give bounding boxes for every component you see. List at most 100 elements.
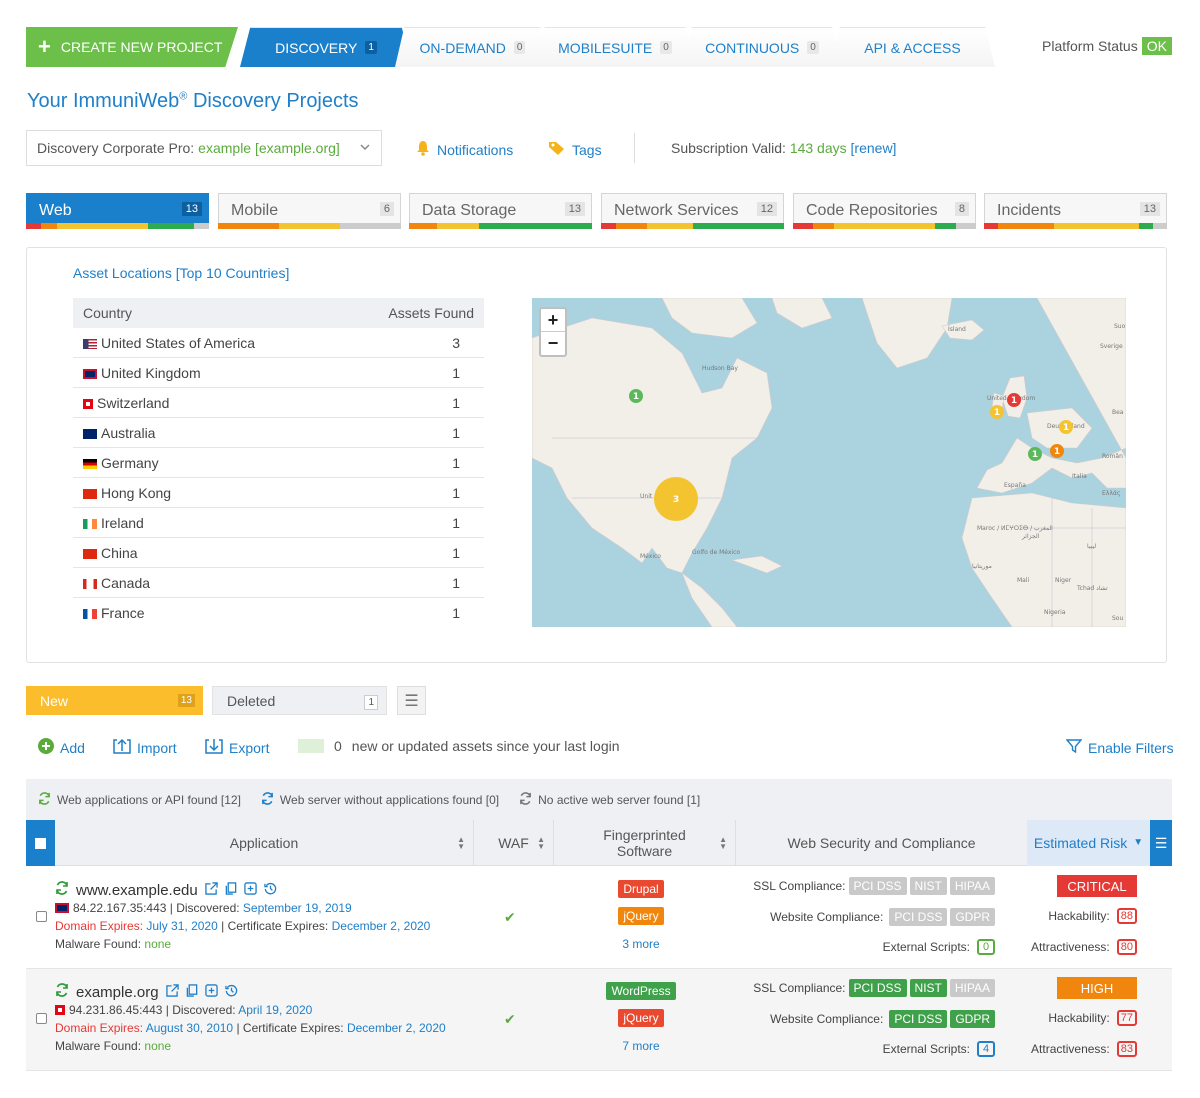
map-cluster[interactable]: 1 (1059, 420, 1073, 434)
map-cluster[interactable]: 3 (654, 477, 698, 521)
asset-tab-incidents[interactable]: Incidents 13 (984, 193, 1168, 229)
asset-tab-network-services[interactable]: Network Services 12 (601, 193, 784, 229)
map-label: Hudson Bay (702, 365, 738, 372)
external-scripts-count[interactable]: 4 (977, 1041, 995, 1057)
more-software-link[interactable]: 7 more (621, 1039, 661, 1053)
tab-on-demand[interactable]: ON-DEMAND 0 (395, 27, 550, 67)
zoom-out-button[interactable]: − (541, 332, 565, 355)
col-fingerprinted-software[interactable]: Fingerprinted Software ▲ ▼ (553, 820, 735, 866)
platform-status-label: Platform Status (1042, 38, 1138, 54)
add-square-icon[interactable] (244, 881, 257, 899)
software-badge[interactable]: WordPress (606, 982, 676, 1000)
zoom-in-button[interactable]: + (541, 309, 565, 332)
import-button[interactable]: Import (113, 738, 177, 757)
col-web-security-compliance: Web Security and Compliance (735, 820, 1027, 866)
country-name: China (101, 544, 138, 561)
attractiveness-score[interactable]: 80 (1116, 939, 1137, 955)
export-button[interactable]: Export (205, 738, 269, 757)
country-name: United Kingdom (101, 364, 201, 381)
country-row: United States of America 3 (73, 328, 484, 358)
col-label: Fingerprinted Software (603, 827, 686, 859)
row-checkbox[interactable] (36, 1013, 47, 1024)
copy-icon[interactable] (225, 881, 237, 899)
tab-mobilesuite[interactable]: MOBILESUITE 0 (535, 27, 695, 67)
risk-badge[interactable]: HIGH (1057, 977, 1137, 999)
bell-icon (415, 140, 431, 159)
compliance-badge[interactable]: HIPAA (949, 877, 995, 895)
hackability-score[interactable]: 77 (1116, 1010, 1137, 1026)
map-cluster[interactable]: 1 (1028, 447, 1042, 461)
refresh-icon[interactable] (55, 983, 69, 1001)
country-name: Germany (101, 454, 159, 471)
tab-api-access[interactable]: API & ACCESS (830, 27, 995, 67)
hackability: Hackability: 88 (1027, 908, 1137, 924)
asset-map[interactable]: Ísland Sverige Hudson Bay United Kingdom… (532, 298, 1126, 627)
compliance-badge[interactable]: PCI DSS (889, 908, 948, 926)
col-estimated-risk[interactable]: Estimated Risk ▼ (1027, 820, 1150, 866)
external-link-icon[interactable] (165, 983, 179, 1001)
tab-count: 0 (807, 41, 819, 54)
col-application[interactable]: Application ▲ ▼ (55, 820, 473, 866)
tab-discovery[interactable]: DISCOVERY 1 (240, 27, 412, 67)
map-cluster[interactable]: 1 (990, 405, 1004, 419)
asset-tab-web[interactable]: Web 13 (26, 193, 209, 229)
more-software-link[interactable]: 3 more (621, 937, 661, 951)
risk-badge[interactable]: CRITICAL (1057, 875, 1137, 897)
add-square-icon[interactable] (204, 983, 218, 1001)
add-button[interactable]: Add (38, 738, 85, 757)
project-name: example [example.org] (198, 140, 340, 156)
compliance-badge[interactable]: NIST (909, 877, 947, 895)
renew-link[interactable]: [renew] (851, 140, 897, 156)
map-cluster[interactable]: 1 (629, 389, 643, 403)
compliance-badge[interactable]: NIST (909, 979, 947, 997)
status-tab-new[interactable]: New 13 (26, 686, 203, 715)
col-waf[interactable]: WAF ▲ ▼ (473, 820, 553, 866)
compliance-badge[interactable]: HIPAA (949, 979, 995, 997)
select-all-checkbox[interactable] (26, 820, 55, 866)
asset-tab-data-storage[interactable]: Data Storage 13 (409, 193, 592, 229)
create-new-project-button[interactable]: + CREATE NEW PROJECT (26, 27, 238, 67)
external-link-icon[interactable] (205, 881, 218, 899)
compliance-badge[interactable]: PCI DSS (889, 1010, 948, 1028)
history-icon[interactable] (264, 882, 277, 899)
no-server[interactable]: No active web server found [1] (519, 791, 700, 808)
row-checkbox[interactable] (36, 911, 47, 922)
tab-continuous[interactable]: CONTINUOUS 0 (682, 27, 842, 67)
external-scripts-count[interactable]: 0 (977, 939, 995, 955)
app-hostname[interactable]: www.example.edu (76, 882, 198, 899)
notifications-link[interactable]: Notifications (415, 140, 513, 159)
asset-tab-label: Network Services (614, 202, 739, 219)
apps-found[interactable]: Web applications or API found [12] (38, 791, 241, 808)
map-cluster[interactable]: 1 (1050, 444, 1064, 458)
history-icon[interactable] (224, 984, 238, 1001)
software-badge[interactable]: jQuery (618, 1009, 664, 1027)
enable-filters-button[interactable]: Enable Filters (1065, 738, 1174, 757)
status-tab-deleted[interactable]: Deleted 1 (212, 686, 387, 715)
software-badge[interactable]: jQuery (618, 907, 664, 925)
compliance-badge[interactable]: PCI DSS (848, 877, 907, 895)
app-hostname[interactable]: example.org (76, 984, 159, 1001)
compliance-badge[interactable]: GDPR (950, 1010, 995, 1028)
hackability: Hackability: 77 (1027, 1010, 1137, 1026)
asset-tab-mobile[interactable]: Mobile 6 (218, 193, 401, 229)
page-title: Your ImmuniWeb® Discovery Projects (27, 90, 359, 113)
compliance-badge[interactable]: GDPR (950, 908, 995, 926)
website-compliance: Website Compliance: PCI DSS GDPR (735, 908, 995, 926)
asset-tab-code-repositories[interactable]: Code Repositories 8 (793, 193, 976, 229)
server-no-apps[interactable]: Web server without applications found [0… (261, 791, 499, 808)
software-badge[interactable]: Drupal (618, 880, 664, 898)
project-select[interactable]: Discovery Corporate Pro: example [exampl… (26, 130, 382, 166)
compliance-badge[interactable]: PCI DSS (848, 979, 907, 997)
scan-summary-bar: Web applications or API found [12] Web s… (26, 779, 1172, 820)
website-compliance-label: Website Compliance: (770, 910, 884, 924)
subscription-label: Subscription Valid: (671, 140, 786, 156)
map-cluster[interactable]: 1 (1007, 393, 1021, 407)
attractiveness-score[interactable]: 83 (1116, 1041, 1137, 1057)
column-menu-button[interactable]: ☰ (1150, 820, 1172, 866)
country-table: Country Assets Found United States of Am… (73, 298, 484, 628)
refresh-icon[interactable] (55, 881, 69, 899)
copy-icon[interactable] (186, 983, 198, 1001)
hackability-score[interactable]: 88 (1116, 908, 1137, 924)
tags-link[interactable]: Tags (548, 140, 602, 159)
list-menu-button[interactable]: ☰ (397, 686, 426, 715)
